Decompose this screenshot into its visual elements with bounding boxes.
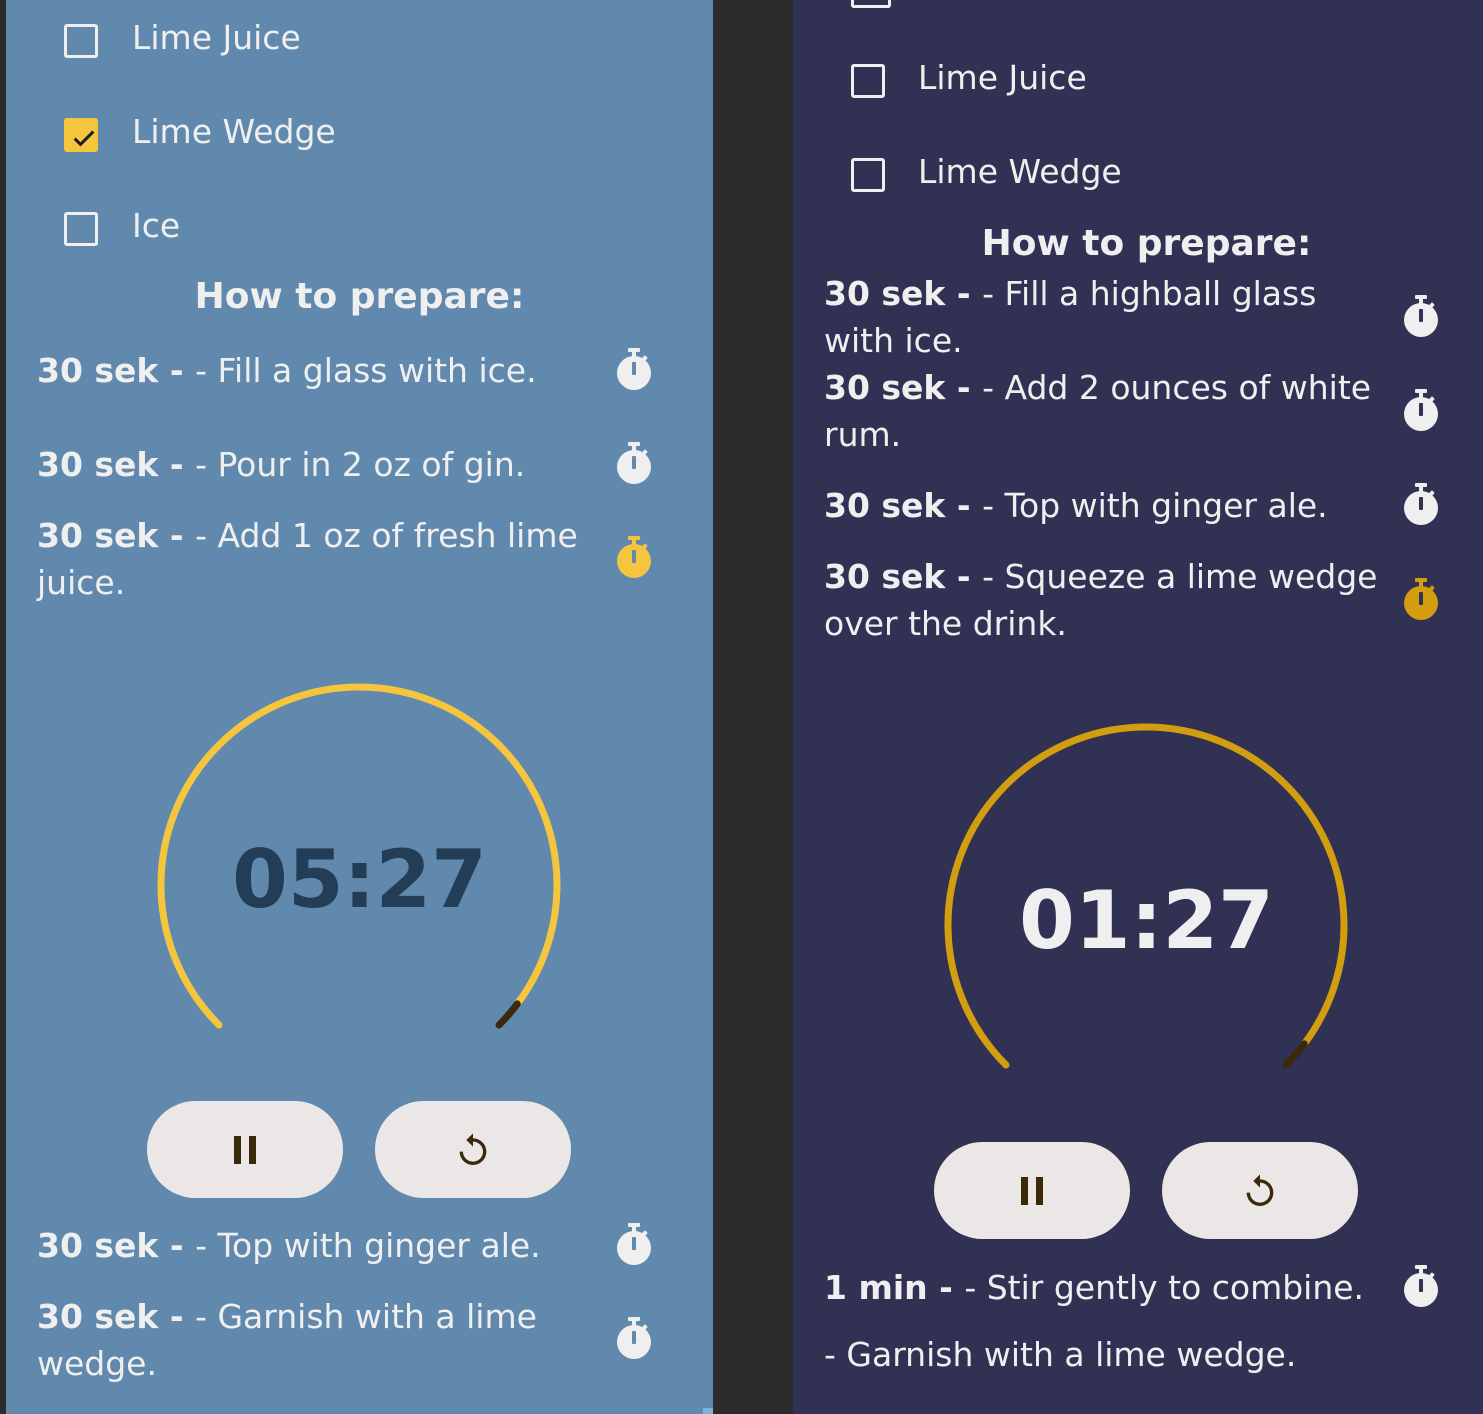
timer-ring [944,723,1348,1069]
step-text: - Stir gently to combine. [964,1268,1365,1307]
stopwatch-icon[interactable] [614,1316,654,1362]
step-item: 30 sek - - Top with ginger ale. [37,1222,597,1269]
step-item: 1 min - - Stir gently to combine. [824,1264,1384,1311]
restart-icon [459,1132,487,1165]
step-duration: 30 sek - [37,1297,196,1336]
recipe-panel-left: Lime Juice Lime Wedge Ice How to prepare… [6,0,713,1414]
stopwatch-icon[interactable] [614,1222,654,1268]
step-item: 30 sek - - Garnish with a lime wedge. [37,1293,597,1387]
reset-button[interactable] [1162,1142,1358,1239]
recipe-panel-right: Lime Juice Lime Wedge How to prepare: 30… [793,0,1483,1414]
step-text: - Top with ginger ale. [195,1226,541,1265]
restart-icon [1246,1173,1274,1206]
timer-display: 05:27 [232,833,487,926]
timer-remaining-arc [495,1000,521,1029]
pause-button[interactable] [147,1101,343,1198]
reset-button[interactable] [375,1101,571,1198]
timer-ring [157,683,561,1029]
stopwatch-icon[interactable] [1401,1264,1441,1310]
trailing-note: - Garnish with a lime wedge. [824,1335,1297,1374]
step-duration: 30 sek - [37,1226,196,1265]
timer-display: 01:27 [1019,874,1274,967]
pause-icon [1021,1176,1043,1205]
pause-icon [234,1135,256,1164]
pause-button[interactable] [934,1142,1130,1239]
timer-remaining-arc [1282,1040,1308,1069]
step-duration: 1 min - [824,1268,965,1307]
